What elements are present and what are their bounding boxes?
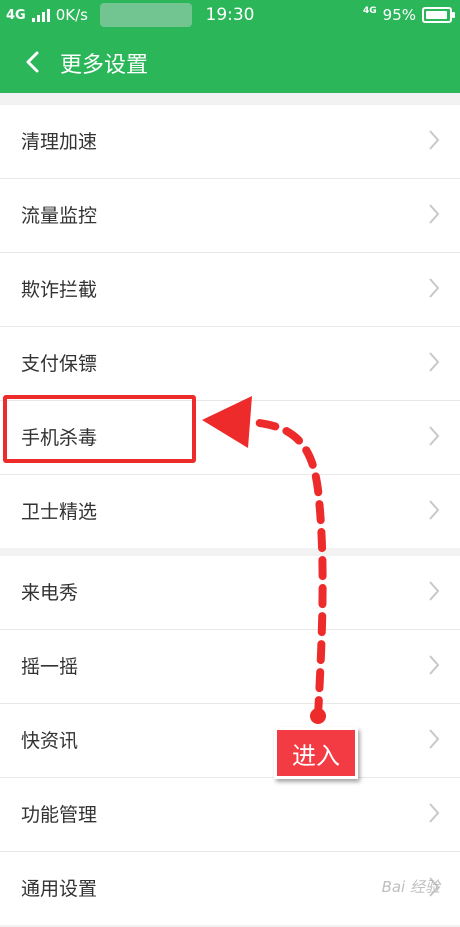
menu-item-shake[interactable]: 摇一摇 [0,630,460,704]
chevron-right-icon [429,426,440,446]
menu-item-label: 通用设置 [21,878,98,900]
chevron-right-icon [429,655,440,675]
menu-item-label: 流量监控 [21,205,98,227]
chevron-right-icon [429,803,440,823]
watermark: Bai 经验 [381,878,440,896]
menu-item-label: 欺诈拦截 [21,279,98,301]
menu-item-payment-guard[interactable]: 支付保镖 [0,327,460,401]
menu-item-label: 支付保镖 [21,353,98,375]
menu-item-label: 清理加速 [21,131,98,153]
menu-item-label: 快资讯 [21,730,79,752]
battery-icon [422,7,455,23]
menu-item-label: 功能管理 [21,804,98,826]
settings-group-2: 来电秀 摇一摇 快资讯 功能管理 通用设置 [0,556,460,925]
chevron-right-icon [429,729,440,749]
chevron-left-icon [26,51,39,73]
menu-item-call-show[interactable]: 来电秀 [0,556,460,630]
menu-item-traffic-monitor[interactable]: 流量监控 [0,179,460,253]
settings-group-1: 清理加速 流量监控 欺诈拦截 支付保镖 手机杀毒 卫士精选 [0,105,460,548]
battery-percent: 95% [382,6,416,24]
menu-item-feature-management[interactable]: 功能管理 [0,778,460,852]
chevron-right-icon [429,204,440,224]
chevron-right-icon [429,352,440,372]
menu-item-guard-picks[interactable]: 卫士精选 [0,475,460,548]
chevron-right-icon [429,581,440,601]
chevron-right-icon [429,278,440,298]
menu-item-label: 来电秀 [21,582,79,604]
highlight-box [3,395,196,463]
annotation-callout: 进入 [274,727,358,779]
title-bar: 更多设置 [0,30,460,93]
menu-item-clean-speedup[interactable]: 清理加速 [0,105,460,179]
page-title: 更多设置 [60,53,149,78]
network-type-small: 4G [363,6,377,16]
chevron-right-icon [429,500,440,520]
menu-item-label: 卫士精选 [21,501,98,523]
menu-item-label: 摇一摇 [21,656,79,678]
chevron-right-icon [429,130,440,150]
back-button[interactable] [14,44,50,80]
status-bar: 4G 0K/s 19:30 4G 95% [0,0,460,30]
menu-item-quick-news[interactable]: 快资讯 [0,704,460,778]
menu-item-fraud-block[interactable]: 欺诈拦截 [0,253,460,327]
